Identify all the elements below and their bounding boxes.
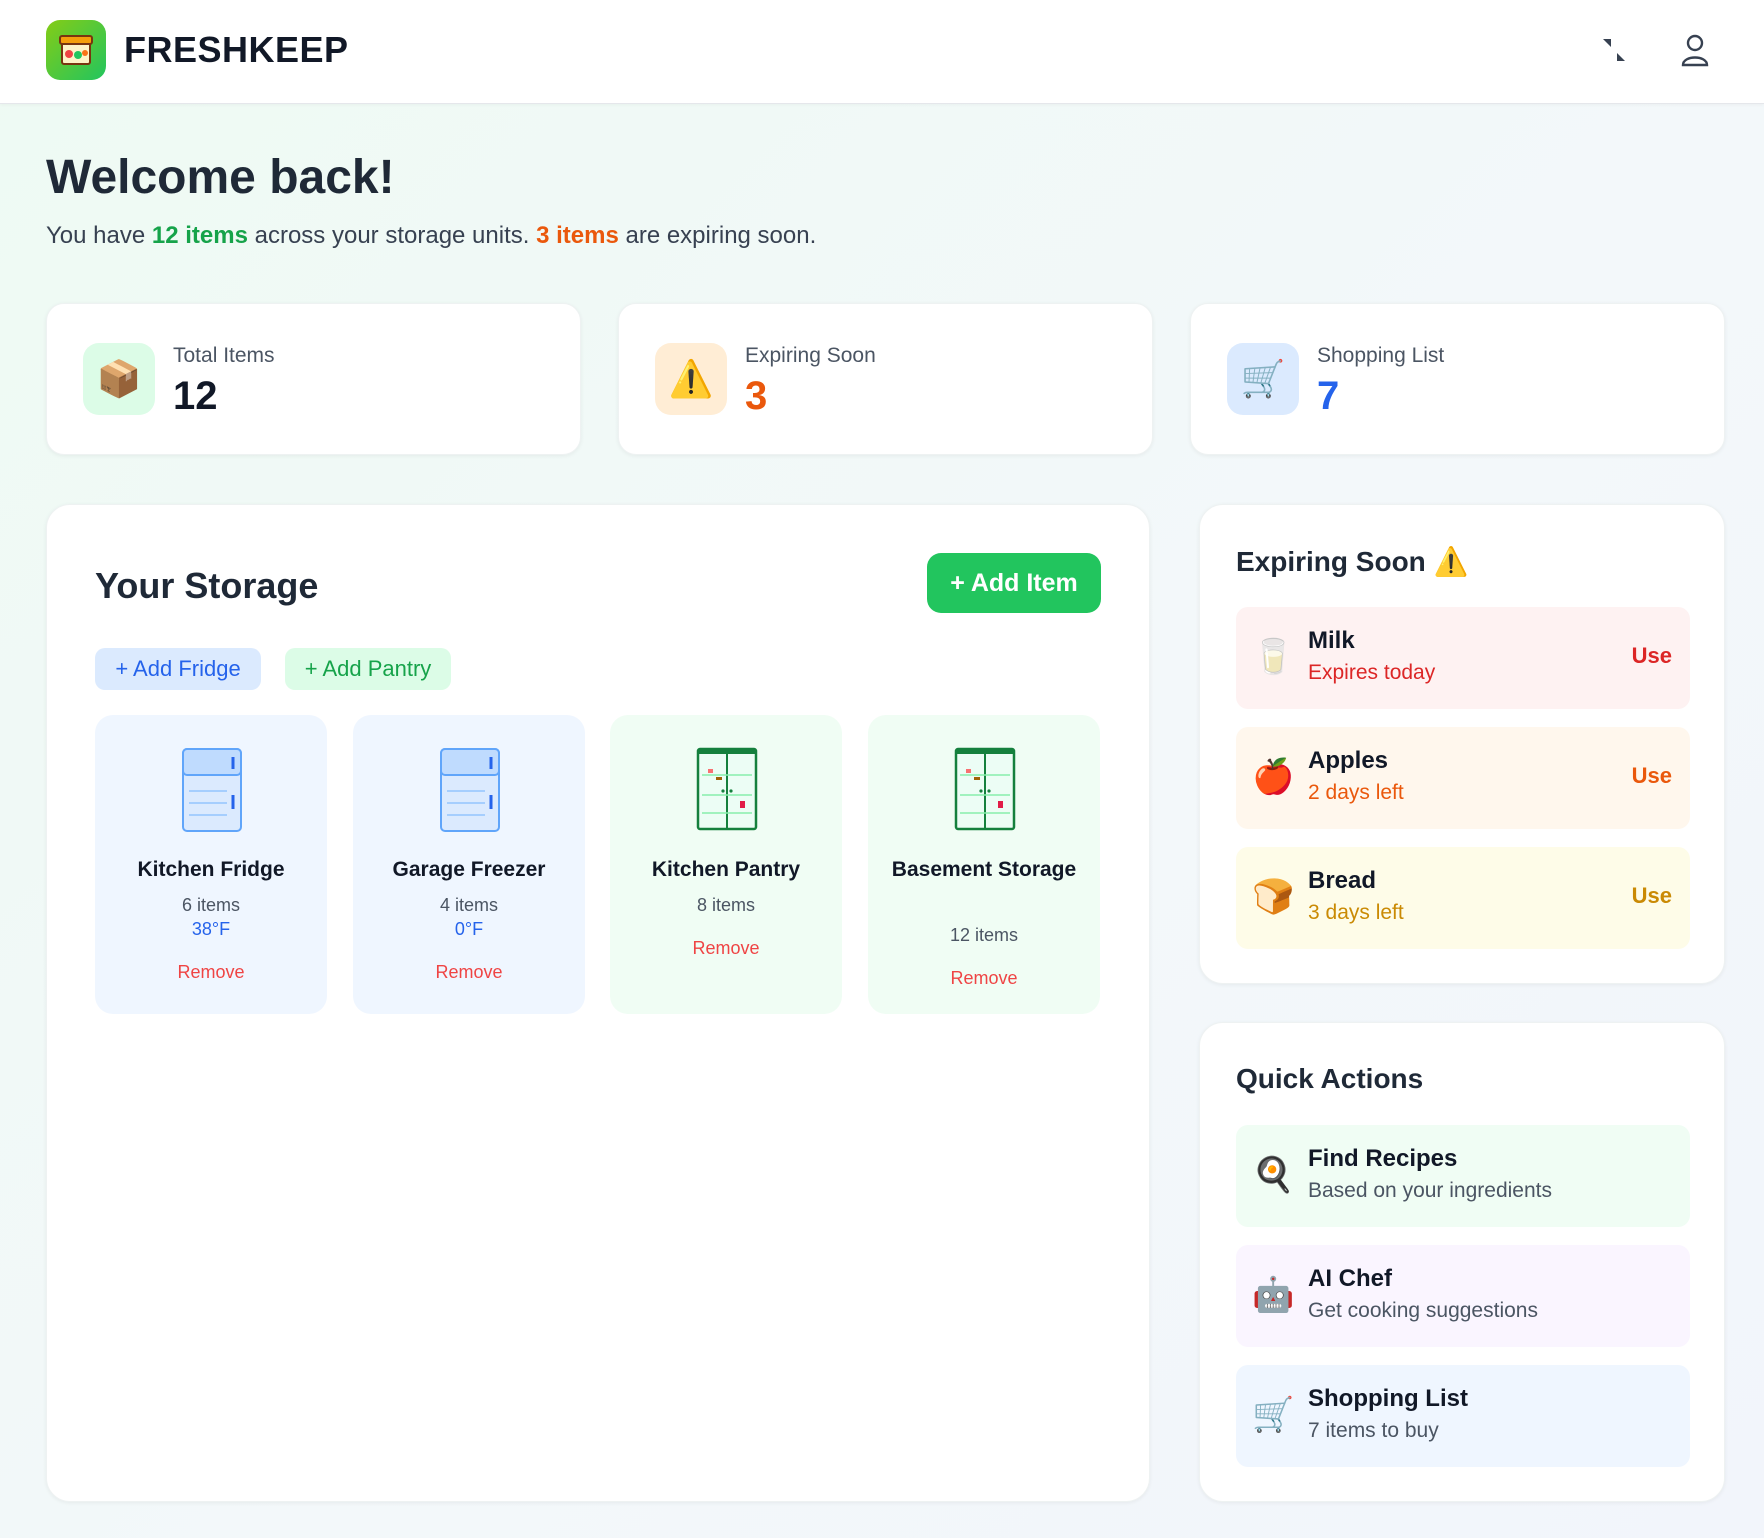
action-name: Find Recipes xyxy=(1308,1145,1458,1172)
freezer-icon xyxy=(440,748,500,832)
items-count: 12 items xyxy=(151,222,248,249)
welcome-summary: You have 12 items across your storage un… xyxy=(46,222,816,250)
expiring-item-milk[interactable]: 🥛 Milk Expires today Use xyxy=(1236,607,1690,709)
frying-pan-icon: 🍳 xyxy=(1252,1156,1295,1194)
shopping-cart-icon: 🛒 xyxy=(1227,343,1299,415)
summary-text: are expiring soon. xyxy=(618,222,817,249)
action-description: Get cooking suggestions xyxy=(1308,1299,1538,1322)
unit-name: Basement Storage xyxy=(891,858,1077,881)
quick-action-ai-chef[interactable]: 🤖 AI Chef Get cooking suggestions xyxy=(1236,1245,1690,1347)
remove-unit-button[interactable]: Remove xyxy=(353,962,585,983)
app-logo[interactable] xyxy=(46,20,106,80)
apple-icon: 🍎 xyxy=(1252,758,1295,796)
bread-icon: 🍞 xyxy=(1252,878,1295,916)
unit-item-count: 12 items xyxy=(949,925,1019,945)
storage-unit-basement-storage[interactable]: Basement Storage 12 items Remove xyxy=(868,715,1100,1014)
use-button[interactable]: Use xyxy=(1632,643,1672,669)
stat-label: Shopping List xyxy=(1317,344,1445,367)
top-header: FRESHKEEP xyxy=(0,0,1764,104)
quick-actions-panel: Quick Actions 🍳 Find Recipes Based on yo… xyxy=(1199,1022,1725,1502)
storage-panel: Your Storage + Add Item + Add Fridge + A… xyxy=(46,504,1150,1502)
item-name: Apples xyxy=(1308,747,1389,774)
stat-value: 12 xyxy=(173,374,218,418)
use-button[interactable]: Use xyxy=(1632,763,1672,789)
robot-icon: 🤖 xyxy=(1252,1276,1295,1314)
expiry-status: 3 days left xyxy=(1308,901,1404,924)
collapse-arrows-icon[interactable] xyxy=(1594,30,1634,70)
storage-unit-kitchen-fridge[interactable]: Kitchen Fridge 6 items 38°F Remove xyxy=(95,715,327,1014)
storage-title: Your Storage xyxy=(95,565,319,606)
quick-actions-title: Quick Actions xyxy=(1236,1063,1424,1094)
item-name: Milk xyxy=(1308,627,1355,654)
expiring-soon-title: Expiring Soon ⚠️ xyxy=(1236,546,1469,577)
unit-name: Kitchen Pantry xyxy=(651,858,801,881)
remove-unit-button[interactable]: Remove xyxy=(95,962,327,983)
warning-icon: ⚠️ xyxy=(655,343,727,415)
add-fridge-button[interactable]: + Add Fridge xyxy=(95,648,261,690)
action-name: AI Chef xyxy=(1308,1265,1392,1292)
fridge-icon xyxy=(182,748,242,832)
expiry-status: 2 days left xyxy=(1308,781,1404,804)
stat-value: 3 xyxy=(745,374,768,418)
unit-item-count: 4 items xyxy=(439,895,499,915)
stat-label: Total Items xyxy=(173,344,275,367)
remove-unit-button[interactable]: Remove xyxy=(868,968,1100,989)
pantry-cabinet-icon xyxy=(954,747,1016,831)
action-name: Shopping List xyxy=(1308,1385,1468,1412)
welcome-heading: Welcome back! xyxy=(46,151,395,204)
stat-card-shopping-list[interactable]: 🛒 Shopping List 7 xyxy=(1190,303,1725,455)
pantry-cabinet-icon xyxy=(696,747,758,831)
unit-item-count: 6 items xyxy=(181,895,241,915)
unit-item-count: 8 items xyxy=(696,895,756,915)
stat-label: Expiring Soon xyxy=(745,344,876,367)
quick-action-find-recipes[interactable]: 🍳 Find Recipes Based on your ingredients xyxy=(1236,1125,1690,1227)
expiring-item-apples[interactable]: 🍎 Apples 2 days left Use xyxy=(1236,727,1690,829)
storage-unit-kitchen-pantry[interactable]: Kitchen Pantry 8 items Remove xyxy=(610,715,842,1014)
unit-temperature: 0°F xyxy=(454,919,484,939)
expiring-soon-panel: Expiring Soon ⚠️ 🥛 Milk Expires today Us… xyxy=(1199,504,1725,984)
summary-text: You have xyxy=(46,222,152,249)
stat-card-total-items[interactable]: 📦 Total Items 12 xyxy=(46,303,581,455)
box-icon: 📦 xyxy=(83,343,155,415)
action-description: 7 items to buy xyxy=(1308,1419,1439,1442)
expiring-count: 3 items xyxy=(536,222,619,249)
add-pantry-button[interactable]: + Add Pantry xyxy=(285,648,451,690)
action-description: Based on your ingredients xyxy=(1308,1179,1552,1202)
app-title: FRESHKEEP xyxy=(124,29,349,70)
unit-name: Kitchen Fridge xyxy=(137,858,285,881)
stat-card-expiring-soon[interactable]: ⚠️ Expiring Soon 3 xyxy=(618,303,1153,455)
shopping-cart-icon: 🛒 xyxy=(1252,1396,1295,1434)
user-icon[interactable] xyxy=(1675,30,1715,70)
use-button[interactable]: Use xyxy=(1632,883,1672,909)
expiry-status: Expires today xyxy=(1308,661,1436,684)
quick-action-shopping-list[interactable]: 🛒 Shopping List 7 items to buy xyxy=(1236,1365,1690,1467)
add-item-button[interactable]: + Add Item xyxy=(927,553,1101,613)
stat-value: 7 xyxy=(1317,374,1340,418)
item-name: Bread xyxy=(1308,867,1377,894)
storage-unit-garage-freezer[interactable]: Garage Freezer 4 items 0°F Remove xyxy=(353,715,585,1014)
remove-unit-button[interactable]: Remove xyxy=(610,938,842,959)
unit-temperature: 38°F xyxy=(191,919,231,939)
expiring-item-bread[interactable]: 🍞 Bread 3 days left Use xyxy=(1236,847,1690,949)
milk-icon: 🥛 xyxy=(1252,638,1295,676)
summary-text: across your storage units. xyxy=(247,222,537,249)
unit-name: Garage Freezer xyxy=(392,858,546,881)
store-icon xyxy=(59,35,93,65)
